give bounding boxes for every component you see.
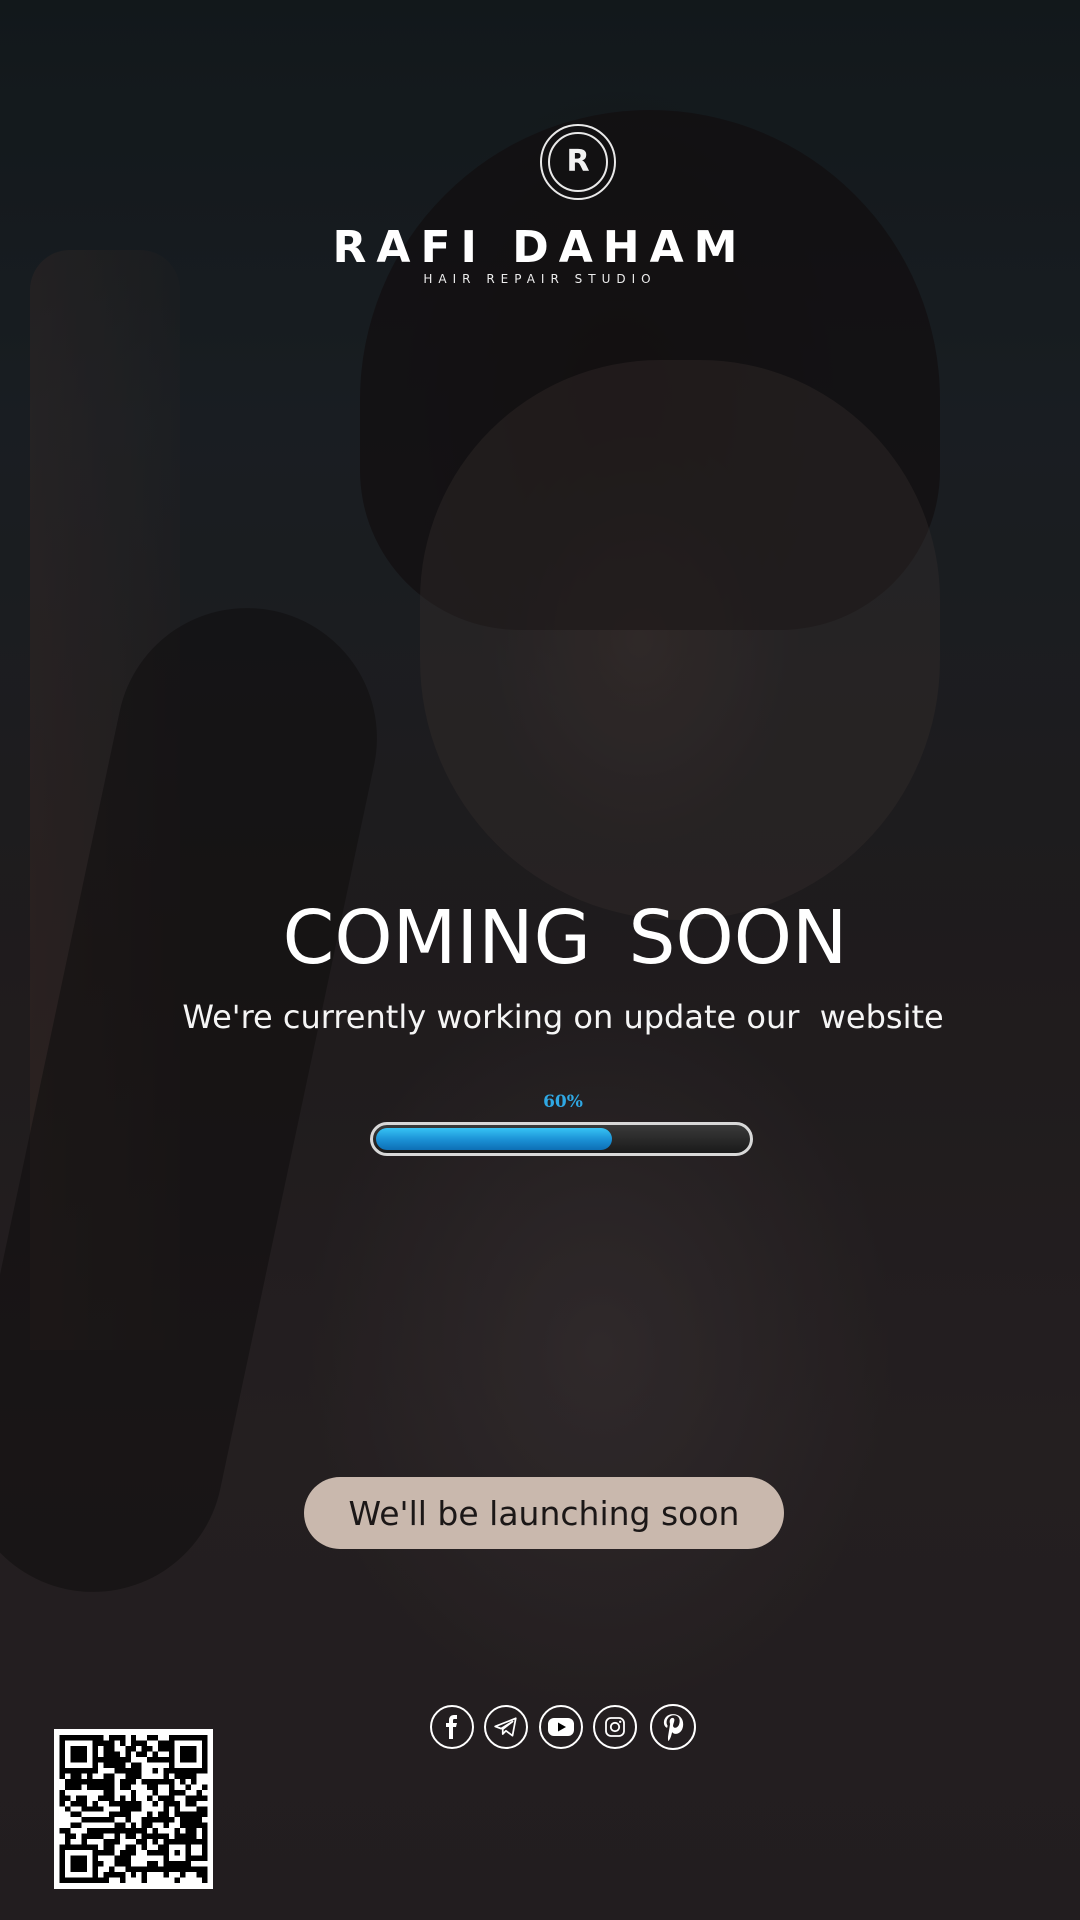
page-subtitle: We're currently working on update our we… (182, 998, 944, 1036)
progress-label: 60% (543, 1092, 583, 1112)
progress-fill (376, 1128, 612, 1150)
launching-soon-button[interactable]: We'll be launching soon (304, 1477, 784, 1549)
page-title: COMING SOON (282, 895, 848, 981)
brand-monogram-icon: R (540, 124, 616, 200)
telegram-icon[interactable] (484, 1705, 528, 1749)
youtube-icon[interactable] (539, 1705, 583, 1749)
qr-code-image (59, 1734, 208, 1884)
qr-code (54, 1729, 213, 1889)
brand-monogram: R (566, 144, 590, 179)
brand-name: RAFI DAHAM (332, 222, 748, 273)
brand-tagline: HAIR REPAIR STUDIO (423, 272, 657, 286)
progress-bar (370, 1122, 753, 1156)
facebook-icon[interactable] (430, 1705, 474, 1749)
instagram-icon[interactable] (593, 1705, 637, 1749)
pinterest-icon[interactable] (650, 1704, 696, 1750)
